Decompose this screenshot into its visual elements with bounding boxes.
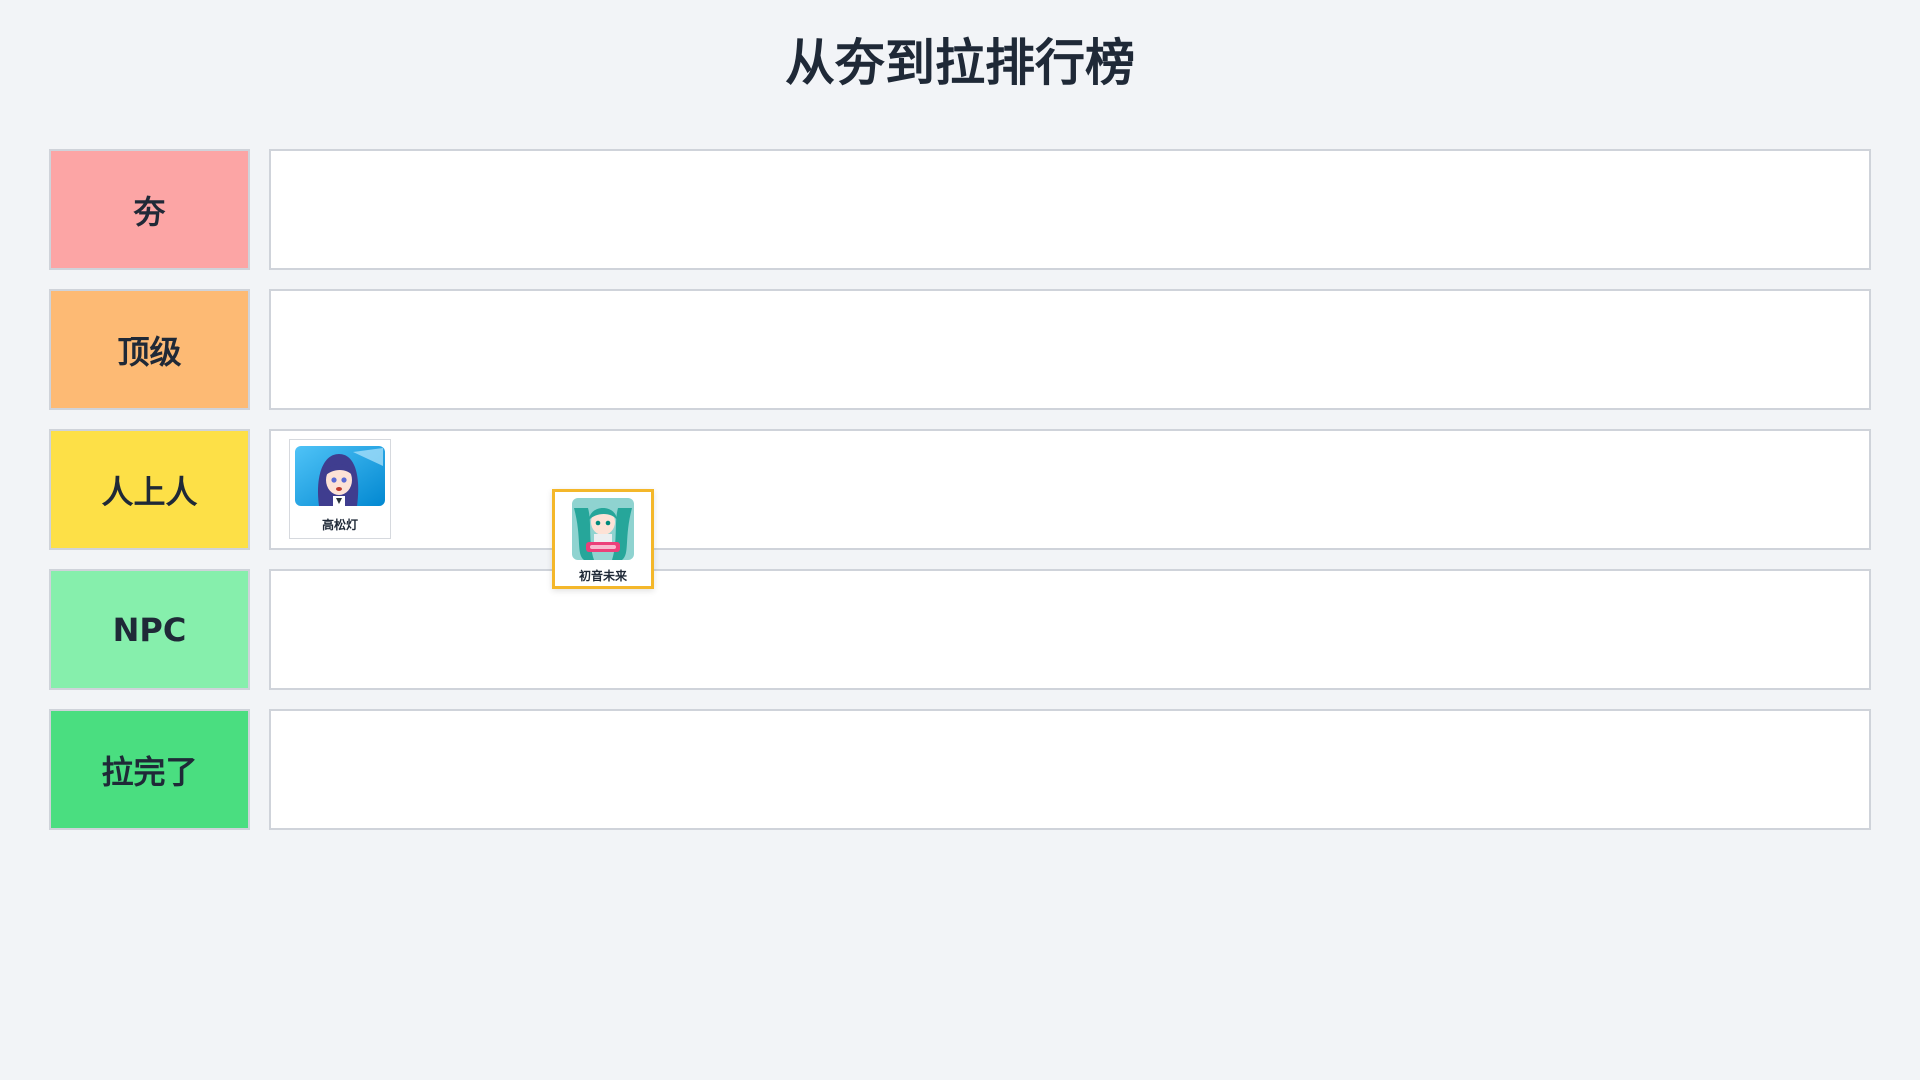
tier-drop-zone[interactable] (269, 289, 1871, 410)
tier-drop-zone[interactable] (269, 569, 1871, 690)
tier-label: 顶级 (49, 289, 250, 410)
anime-girl-portrait-icon (572, 498, 634, 560)
tier-row-renshangren: 人上人 高松灯 (49, 429, 1871, 550)
tier-row-lawanle: 拉完了 (49, 709, 1871, 830)
anime-girl-portrait-icon (295, 446, 385, 506)
item-card[interactable]: 高松灯 (289, 439, 391, 539)
tier-row-hang: 夯 (49, 149, 1871, 270)
item-card-label: 初音未来 (578, 569, 627, 583)
tier-label: NPC (49, 569, 250, 690)
tier-drop-zone[interactable] (269, 149, 1871, 270)
dragging-item-card[interactable]: 初音未来 (552, 489, 654, 589)
tier-label: 夯 (49, 149, 250, 270)
tier-list-page: 从夯到拉排行榜 夯 顶级 人上人 高松灯 NPC 拉完了 初音未来 (0, 0, 1920, 1080)
tier-label: 拉完了 (49, 709, 250, 830)
tier-label: 人上人 (49, 429, 250, 550)
tier-drop-zone[interactable]: 高松灯 (269, 429, 1871, 550)
tier-drop-zone[interactable] (269, 709, 1871, 830)
tier-row-top: 顶级 (49, 289, 1871, 410)
tier-list: 夯 顶级 人上人 高松灯 NPC 拉完了 (49, 149, 1871, 849)
tier-row-npc: NPC (49, 569, 1871, 690)
page-title: 从夯到拉排行榜 (785, 34, 1135, 92)
item-card-label: 高松灯 (321, 518, 358, 532)
